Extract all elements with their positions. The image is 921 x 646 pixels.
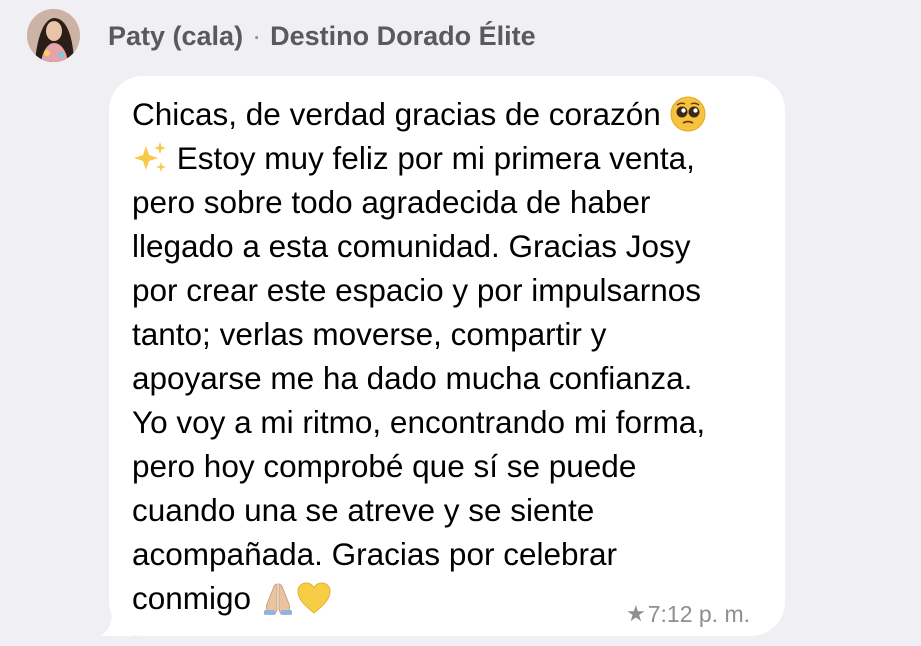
avatar[interactable] <box>27 9 80 62</box>
folded-hands-icon <box>260 580 296 616</box>
message-line: tanto; verlas moverse, compartir y <box>132 316 607 352</box>
message-header: Paty (cala) · Destino Dorado Élite <box>108 16 536 56</box>
message-line: cuando una se atreve y se siente <box>132 492 595 528</box>
yellow-heart-icon <box>296 580 332 616</box>
message-line: pero sobre todo agradecida de haber <box>132 184 651 220</box>
star-icon: ★ <box>626 601 646 626</box>
message-time: 7:12 p. m. <box>647 600 751 627</box>
header-separator: · <box>252 20 262 51</box>
message-line: Estoy muy feliz por mi primera venta, <box>132 136 768 180</box>
message-status: ★ 7:12 p. m. <box>626 598 750 630</box>
message-line: pero hoy comprobé que sí se puede <box>132 448 637 484</box>
pleading-face-icon <box>670 96 706 132</box>
message-line: apoyarse me ha dado mucha confianza. <box>132 360 693 396</box>
message-line: Chicas, de verdad gracias de corazón <box>132 92 768 136</box>
message-line: por crear este espacio y por impulsarnos <box>132 272 702 308</box>
message-line: acompañada. Gracias por celebrar <box>132 536 618 572</box>
message-line: Yo voy a mi ritmo, encontrando mi forma, <box>132 404 706 440</box>
group-name[interactable]: Destino Dorado Élite <box>270 21 536 52</box>
sender-name[interactable]: Paty (cala) <box>108 21 243 52</box>
message-text: Chicas, de verdad gracias de corazón Est… <box>132 92 768 620</box>
message-line: llegado a esta comunidad. Gracias Josy <box>132 228 691 264</box>
sparkles-icon <box>132 140 168 176</box>
